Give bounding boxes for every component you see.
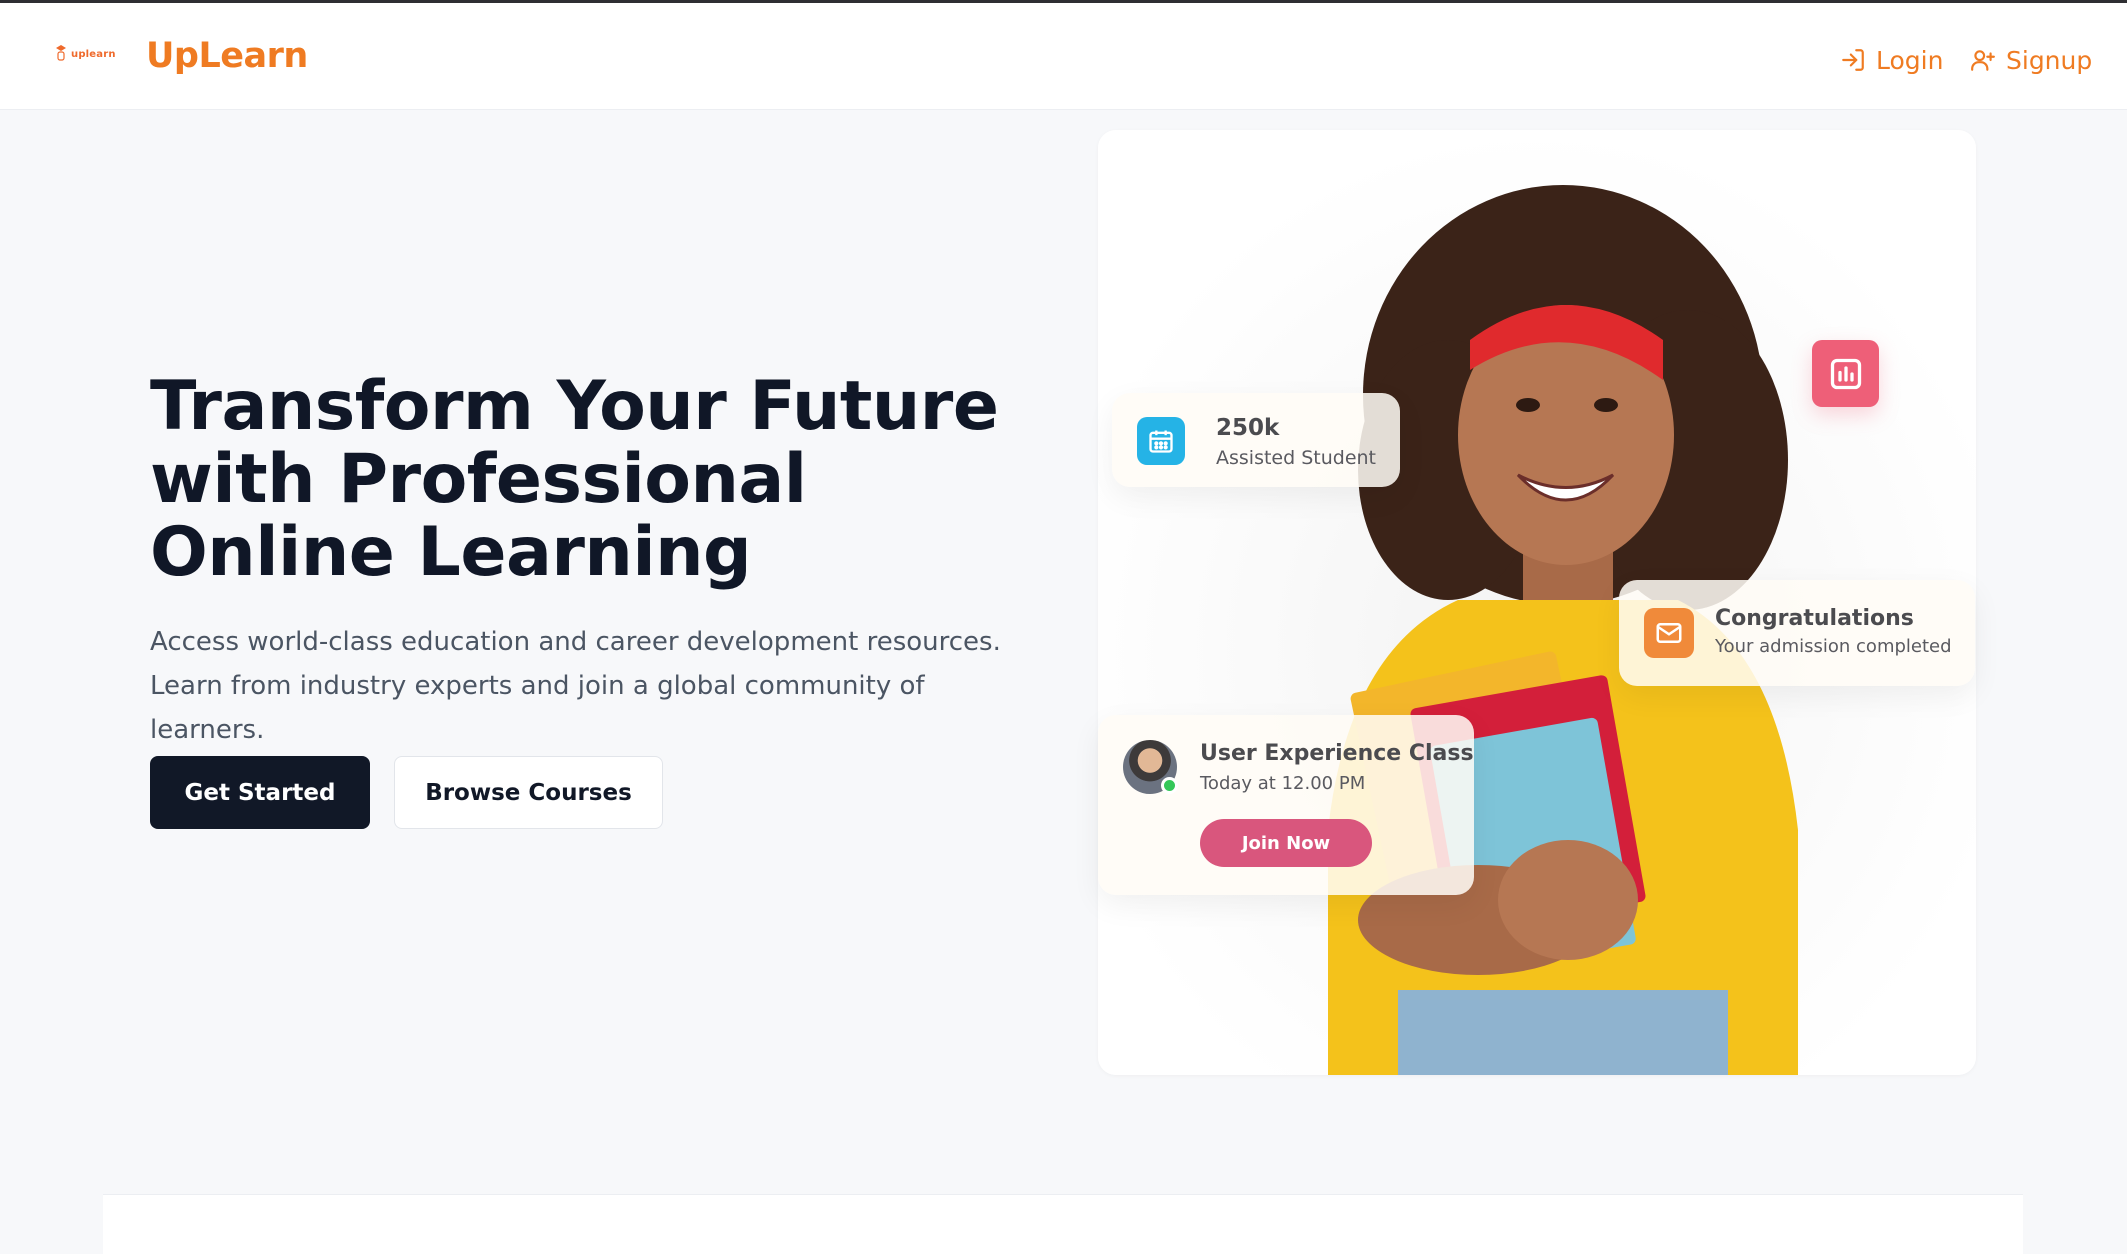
chart-badge [1812, 340, 1879, 407]
bar-chart-icon [1830, 358, 1861, 389]
join-now-button[interactable]: Join Now [1200, 819, 1372, 867]
students-label: Assisted Student [1216, 447, 1377, 469]
login-link[interactable]: Login [1840, 43, 1943, 77]
get-started-button[interactable]: Get Started [150, 756, 370, 829]
class-title: User Experience Class [1200, 741, 1474, 766]
navbar: uplearn UpLearn Login Signup [0, 3, 2127, 110]
logo[interactable]: uplearn [50, 41, 116, 69]
hero-title: Transform Your Future with Professional … [150, 367, 999, 592]
graduation-cap-icon [56, 45, 66, 61]
signup-label: Signup [2006, 45, 2093, 75]
next-section [103, 1194, 2023, 1254]
mail-icon [1656, 623, 1682, 643]
congratulations-title: Congratulations [1715, 606, 1914, 631]
calendar-icon [1149, 430, 1173, 453]
online-status-dot [1161, 777, 1178, 794]
signup-link[interactable]: Signup [1970, 43, 2092, 77]
congratulations-subtitle: Your admission completed [1715, 636, 1952, 657]
assisted-students-card: 250k Assisted Student [1112, 393, 1400, 487]
class-card: User Experience Class Today at 12.00 PM … [1098, 715, 1474, 895]
class-time: Today at 12.00 PM [1200, 773, 1366, 794]
user-plus-icon [1971, 50, 1995, 71]
login-label: Login [1876, 45, 1944, 75]
brand-name[interactable]: UpLearn [146, 36, 308, 76]
calendar-icon-box [1137, 417, 1185, 465]
login-icon [1842, 49, 1864, 71]
students-count: 250k [1216, 415, 1280, 441]
logo-text: uplearn [71, 49, 116, 60]
congratulations-card: Congratulations Your admission completed [1619, 580, 1975, 686]
browse-courses-button[interactable]: Browse Courses [394, 756, 663, 829]
hero-subtitle: Access world-class education and career … [150, 627, 1001, 745]
mail-icon-box [1644, 608, 1694, 658]
